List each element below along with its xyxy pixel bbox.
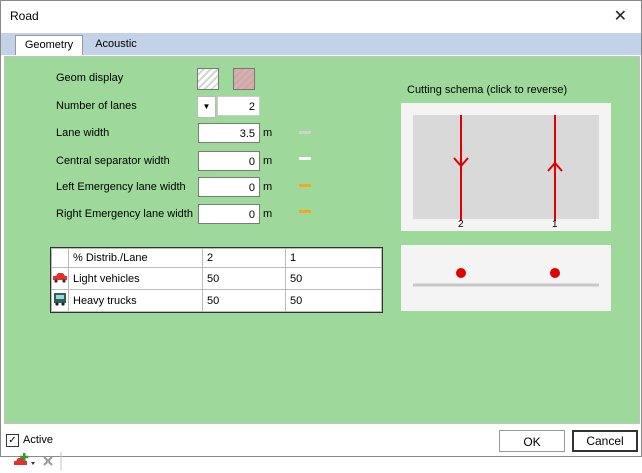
lane-width-input[interactable]: 3.5 <box>198 123 260 143</box>
cross-section-view <box>401 245 611 311</box>
left-emergency-label: Left Emergency lane width <box>56 181 186 193</box>
schema-lane-label-1: 1 <box>552 219 558 230</box>
central-separator-unit: m <box>263 155 273 167</box>
lane-width-label: Lane width <box>56 127 110 139</box>
lane-width-unit: m <box>263 127 273 139</box>
cell-heavy-lane-1[interactable]: 50 <box>285 289 382 312</box>
central-separator-label: Central separator width <box>56 155 170 167</box>
geom-display-white-swatch[interactable] <box>197 68 219 90</box>
schema-title: Cutting schema (click to reverse) <box>407 84 568 96</box>
cutting-schema[interactable]: 2 1 <box>401 103 611 231</box>
geometry-panel: Geom display Number of lanes ▼ 2 Lane wi… <box>4 56 640 470</box>
geom-display-red-swatch[interactable] <box>233 68 255 90</box>
truck-icon <box>51 289 69 312</box>
source-point-lane-1 <box>550 268 560 278</box>
cell-light-lane-2[interactable]: 50 <box>202 267 286 290</box>
table-row[interactable]: Light vehicles 50 50 <box>51 267 382 290</box>
road-dialog: Road ✕ Geometry Acoustic Geom display Nu… <box>0 0 642 470</box>
grid-corner <box>51 248 69 268</box>
left-emergency-color-swatch <box>299 184 311 187</box>
car-icon <box>51 267 69 290</box>
tab-geometry[interactable]: Geometry <box>15 35 83 55</box>
active-label: Active <box>23 434 53 446</box>
lanes-input[interactable]: 2 <box>217 96 260 116</box>
cancel-button[interactable]: Cancel <box>572 430 638 452</box>
ok-button[interactable]: OK <box>499 430 565 452</box>
cross-section-svg <box>413 268 599 287</box>
grid-header-lane-2: 2 <box>202 248 286 268</box>
add-road-icon <box>14 453 35 465</box>
close-icon[interactable]: ✕ <box>614 6 627 26</box>
source-point-lane-2 <box>456 268 466 278</box>
right-emergency-input[interactable]: 0 <box>198 204 260 224</box>
row-label-light: Light vehicles <box>68 267 203 290</box>
toolbar-icons <box>14 452 62 470</box>
lanes-label: Number of lanes <box>56 100 137 112</box>
cell-heavy-lane-2[interactable]: 50 <box>202 289 286 312</box>
table-row[interactable]: Heavy trucks 50 50 <box>51 289 382 312</box>
left-emergency-unit: m <box>263 181 273 193</box>
separator-color-swatch <box>299 157 311 160</box>
cell-light-lane-1[interactable]: 50 <box>285 267 382 290</box>
title-bar: Road ✕ <box>1 1 641 31</box>
window-title: Road <box>10 9 39 23</box>
bottom-toolbar <box>13 452 69 473</box>
chevron-down-icon[interactable]: ▼ <box>197 96 216 118</box>
schema-lanes-svg <box>453 115 563 221</box>
distribution-grid: % Distrib./Lane 2 1 Light vehicles 50 50 <box>50 247 383 313</box>
active-checkbox[interactable]: ✓ <box>6 434 19 447</box>
grid-header-lane-1: 1 <box>285 248 382 268</box>
row-label-heavy: Heavy trucks <box>68 289 203 312</box>
central-separator-input[interactable]: 0 <box>198 151 260 171</box>
tab-acoustic[interactable]: Acoustic <box>87 35 145 54</box>
grid-header-title: % Distrib./Lane <box>68 248 203 268</box>
right-emergency-color-swatch <box>299 210 311 213</box>
delete-icon <box>43 456 53 466</box>
grid-header-row: % Distrib./Lane 2 1 <box>51 248 382 268</box>
schema-lane-label-2: 2 <box>458 219 464 230</box>
left-emergency-input[interactable]: 0 <box>198 177 260 197</box>
right-emergency-label: Right Emergency lane width <box>56 208 193 220</box>
tab-strip: Geometry Acoustic <box>1 33 641 55</box>
geom-display-label: Geom display <box>56 72 124 84</box>
lane-color-swatch <box>299 131 311 134</box>
right-emergency-unit: m <box>263 208 273 220</box>
